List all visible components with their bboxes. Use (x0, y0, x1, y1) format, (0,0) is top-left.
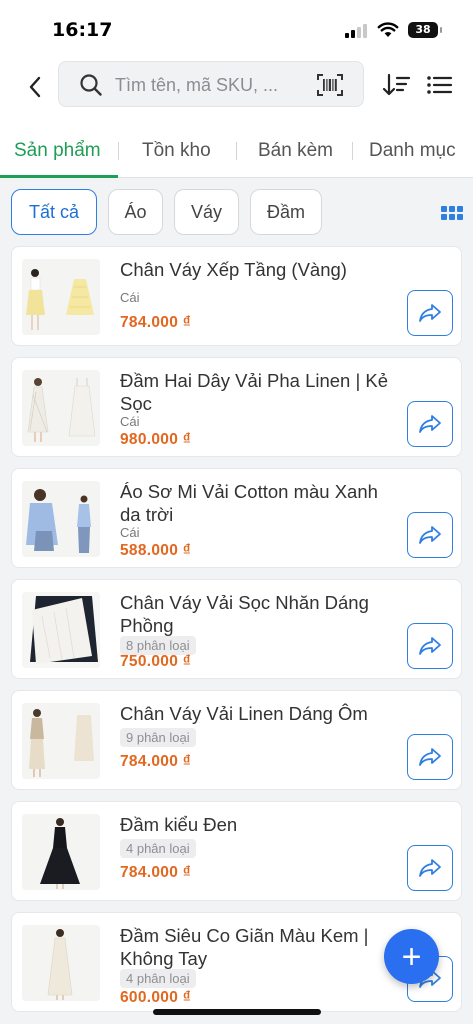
share-icon (419, 637, 441, 655)
product-card[interactable]: Đầm kiểu Đen 4 phân loại 784.000 ₫ (11, 801, 462, 901)
product-price: 980.000 ₫ (120, 431, 191, 448)
product-name: Chân Váy Xếp Tầng (Vàng) (120, 259, 347, 280)
search-icon (80, 74, 102, 96)
variant-count-badge: 4 phân loại (120, 969, 196, 988)
wifi-icon (377, 22, 399, 37)
tab-categories[interactable]: Danh mục (369, 140, 456, 162)
share-icon (419, 415, 441, 433)
product-thumbnail (22, 592, 100, 668)
sort-button[interactable] (381, 70, 411, 100)
home-indicator (153, 1009, 321, 1015)
tab-bar: Sản phẩm Tồn kho Bán kèm Danh mục (0, 120, 473, 178)
product-unit: Cái (120, 414, 140, 429)
plus-icon: + (401, 937, 422, 976)
product-card[interactable]: Chân Váy Xếp Tầng (Vàng) Cái 784.000 ₫ (11, 246, 462, 346)
share-icon (419, 304, 441, 322)
list-icon (427, 76, 453, 94)
product-card[interactable]: Chân Váy Vải Linen Dáng Ôm 9 phân loại 7… (11, 690, 462, 790)
status-time: 16:17 (52, 19, 113, 41)
variant-count-badge: 4 phân loại (120, 839, 196, 858)
filter-chip-dress[interactable]: Đầm (250, 189, 322, 235)
back-button[interactable] (18, 70, 52, 104)
status-bar: 16:17 38 (0, 0, 473, 56)
tab-divider (352, 142, 353, 160)
filter-chip-all[interactable]: Tất cả (11, 189, 97, 235)
product-name: Đầm Hai Dây Vải Pha Linen | Kẻ Sọc (120, 370, 389, 414)
filter-chips: Tất cả Áo Váy Đầm (0, 178, 473, 244)
add-product-button[interactable]: + (384, 929, 439, 984)
product-name: Áo Sơ Mi Vải Cotton màu Xanh da trời (120, 481, 378, 525)
battery-icon: 38 (408, 22, 442, 38)
tab-divider (118, 142, 119, 160)
product-price: 588.000 ₫ (120, 542, 191, 559)
product-unit: Cái (120, 525, 140, 540)
share-button[interactable] (407, 512, 453, 558)
product-price: 784.000 ₫ (120, 753, 191, 770)
share-button[interactable] (407, 845, 453, 891)
share-button[interactable] (407, 623, 453, 669)
product-name: Đầm kiểu Đen (120, 814, 238, 835)
share-button[interactable] (407, 734, 453, 780)
share-button[interactable] (407, 290, 453, 336)
product-name: Chân Váy Vải Linen Dáng Ôm (120, 703, 368, 724)
search-placeholder: Tìm tên, mã SKU, ... (115, 75, 279, 95)
tab-inventory[interactable]: Tồn kho (142, 140, 211, 162)
product-thumbnail (22, 925, 100, 1001)
product-card[interactable]: Đầm Hai Dây Vải Pha Linen | Kẻ Sọc Cái 9… (11, 357, 462, 457)
product-thumbnail (22, 259, 100, 335)
product-price: 750.000 ₫ (120, 653, 191, 670)
search-input[interactable]: Tìm tên, mã SKU, ... (58, 61, 364, 107)
sort-icon (382, 73, 411, 96)
cellular-signal-icon (345, 24, 367, 38)
product-thumbnail (22, 814, 100, 890)
chevron-left-icon (29, 76, 41, 98)
menu-list-button[interactable] (424, 70, 454, 100)
tab-products[interactable]: Sản phẩm (14, 140, 101, 162)
share-icon (419, 859, 441, 877)
grid-view-icon[interactable] (441, 206, 463, 220)
product-card[interactable]: Chân Váy Vải Sọc Nhăn Dáng Phồng 8 phân … (11, 579, 462, 679)
variant-count-badge: 9 phân loại (120, 728, 196, 747)
filter-chip-skirt[interactable]: Váy (174, 189, 239, 235)
product-price: 600.000 ₫ (120, 989, 191, 1006)
product-name: Chân Váy Vải Sọc Nhăn Dáng Phồng (120, 592, 369, 636)
tab-bundles[interactable]: Bán kèm (258, 140, 333, 162)
header-bar: Tìm tên, mã SKU, ... (0, 56, 473, 120)
product-unit: Cái (120, 290, 140, 305)
filter-chip-shirt[interactable]: Áo (108, 189, 163, 235)
share-icon (419, 748, 441, 766)
product-thumbnail (22, 481, 100, 557)
product-name: Đầm Siêu Co Giãn Màu Kem | Không Tay (120, 925, 369, 969)
product-card[interactable]: Áo Sơ Mi Vải Cotton màu Xanh da trời Cái… (11, 468, 462, 568)
barcode-scan-icon[interactable] (317, 73, 343, 97)
product-price: 784.000 ₫ (120, 314, 191, 331)
tab-divider (236, 142, 237, 160)
share-button[interactable] (407, 401, 453, 447)
product-price: 784.000 ₫ (120, 864, 191, 881)
share-icon (419, 526, 441, 544)
product-thumbnail (22, 703, 100, 779)
product-thumbnail (22, 370, 100, 446)
